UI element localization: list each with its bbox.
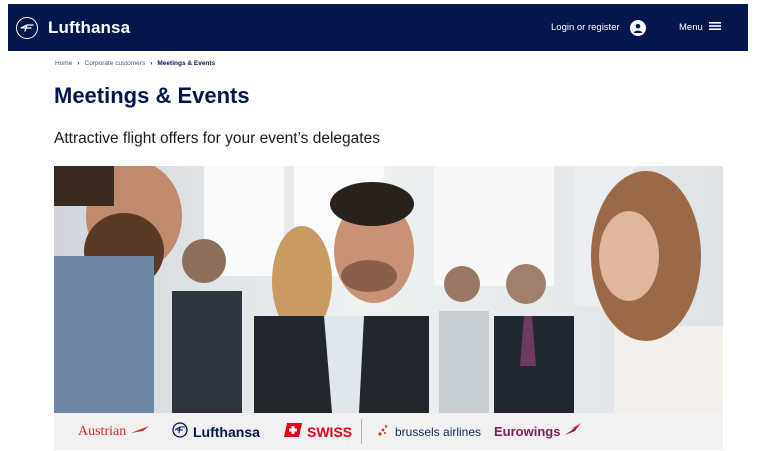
eurowings-logo: Eurowings [494,423,583,440]
top-navigation-bar: Lufthansa Login or register Menu [8,4,748,51]
brand-name: Lufthansa [48,17,131,37]
partner-airlines-logo-bar: Austrian Lufthansa SWISS brussels airlin… [54,413,723,450]
lufthansa-crane-icon [172,422,188,441]
chevron-right-icon: › [77,60,80,67]
lufthansa-partner-logo: Lufthansa [172,422,260,441]
eurowings-logo-text: Eurowings [494,424,561,439]
home-logo-link[interactable]: Lufthansa [16,4,130,51]
swiss-logo-text: SWISS [307,423,353,440]
menu-button[interactable]: Menu [679,4,721,51]
crane-logo-icon [16,16,38,39]
login-register-link[interactable]: Login or register [551,4,646,51]
account-icon [629,19,646,36]
brussels-airlines-logo: brussels airlines [376,423,481,440]
logo-divider [361,419,362,444]
austrian-logo-text: Austrian [78,423,127,439]
breadcrumb-corporate-customers[interactable]: Corporate customers [85,60,146,67]
breadcrumb-home[interactable]: Home [55,60,72,67]
breadcrumb: Home › Corporate customers › Meetings & … [55,60,215,67]
brussels-logo-text: brussels airlines [395,424,482,439]
hamburger-menu-icon [708,21,721,34]
austrian-arrow-icon [131,424,151,440]
page-title: Meetings & Events [54,83,250,108]
brussels-dots-icon [376,423,390,440]
eurowings-wing-icon [565,423,583,440]
swiss-flag-icon [284,423,302,440]
swiss-logo: SWISS [284,423,352,440]
login-label: Login or register [551,22,620,33]
menu-label: Menu [679,22,703,33]
breadcrumb-current: Meetings & Events [157,60,216,67]
page-subtitle: Attractive flight offers for your event’… [54,130,380,147]
hero-image-business-event [54,166,723,413]
lufthansa-logo-text: Lufthansa [193,423,260,440]
austrian-airlines-logo: Austrian [78,424,151,440]
chevron-right-icon: › [150,60,153,67]
